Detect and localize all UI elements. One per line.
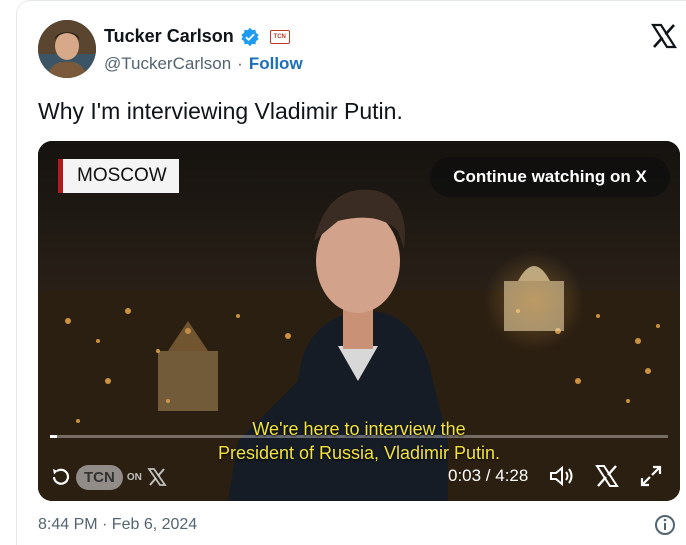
x-watermark-icon	[147, 468, 167, 486]
follow-button[interactable]: Follow	[249, 54, 303, 74]
author-name[interactable]: Tucker Carlson	[104, 26, 234, 47]
handle-row: @TuckerCarlson · Follow	[104, 54, 303, 74]
caption-line-1: We're here to interview the	[252, 419, 466, 439]
verified-badge-icon	[241, 27, 259, 46]
replay-icon[interactable]	[50, 466, 72, 488]
x-logo-icon[interactable]	[594, 463, 620, 489]
volume-icon[interactable]	[548, 463, 574, 489]
author-name-row: Tucker Carlson TCN	[104, 26, 290, 47]
x-logo-icon[interactable]	[650, 22, 678, 50]
timecode: 0:03 / 4:28	[448, 466, 529, 485]
video-controls: TCN ON 0:03 / 4:28	[38, 451, 680, 501]
tcn-badge: TCN	[76, 464, 123, 490]
continue-watching-button[interactable]: Continue watching on X	[430, 157, 670, 197]
affiliate-badge[interactable]: TCN	[269, 29, 290, 44]
tcn-on-label: ON	[126, 471, 142, 483]
fullscreen-icon[interactable]	[638, 463, 664, 489]
author-handle[interactable]: @TuckerCarlson	[104, 54, 231, 74]
info-icon[interactable]	[654, 514, 676, 536]
tweet-text: Why I'm interviewing Vladimir Putin.	[38, 98, 403, 124]
tweet-timestamp[interactable]: 8:44 PM · Feb 6, 2024	[38, 516, 197, 534]
video-player[interactable]: MOSCOW Continue watching on X We're here…	[38, 141, 680, 501]
tcn-watermark: TCN ON	[50, 463, 168, 491]
location-label: MOSCOW	[58, 159, 179, 193]
avatar[interactable]	[38, 20, 96, 78]
separator-dot: ·	[237, 54, 243, 73]
